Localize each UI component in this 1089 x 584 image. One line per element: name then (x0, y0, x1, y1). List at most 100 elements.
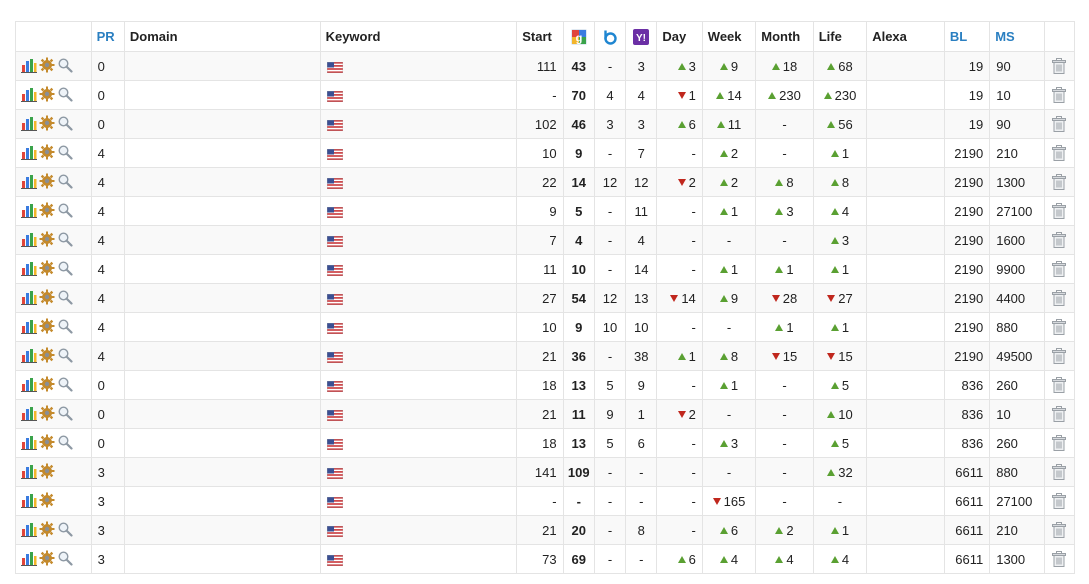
domain-cell[interactable] (123, 486, 321, 516)
delete-cell[interactable] (1043, 399, 1076, 429)
chart-icon[interactable] (21, 202, 37, 218)
search-icon[interactable] (57, 405, 73, 421)
chart-icon[interactable] (21, 289, 37, 305)
chart-icon[interactable] (21, 115, 37, 131)
chart-icon[interactable] (21, 260, 37, 276)
delete-cell[interactable] (1043, 225, 1076, 255)
trash-icon[interactable] (1052, 522, 1067, 539)
header-week[interactable]: Week (701, 21, 757, 52)
header-month[interactable]: Month (755, 21, 814, 52)
delete-cell[interactable] (1043, 428, 1076, 458)
trash-icon[interactable] (1052, 116, 1067, 133)
gear-icon[interactable] (39, 434, 55, 450)
keyword-cell[interactable] (319, 341, 518, 371)
domain-cell[interactable] (123, 283, 321, 313)
domain-cell[interactable] (123, 544, 321, 574)
search-icon[interactable] (57, 550, 73, 566)
search-icon[interactable] (57, 57, 73, 73)
delete-cell[interactable] (1043, 312, 1076, 342)
gear-icon[interactable] (39, 202, 55, 218)
chart-icon[interactable] (21, 231, 37, 247)
trash-icon[interactable] (1052, 377, 1067, 394)
chart-icon[interactable] (21, 144, 37, 160)
keyword-cell[interactable] (319, 138, 518, 168)
chart-icon[interactable] (21, 57, 37, 73)
keyword-cell[interactable] (319, 312, 518, 342)
header-bl[interactable]: BL (943, 21, 991, 52)
domain-cell[interactable] (123, 254, 321, 284)
gear-icon[interactable] (39, 492, 55, 508)
chart-icon[interactable] (21, 376, 37, 392)
gear-icon[interactable] (39, 115, 55, 131)
trash-icon[interactable] (1052, 145, 1067, 162)
keyword-cell[interactable] (319, 254, 518, 284)
search-icon[interactable] (57, 202, 73, 218)
header-pr[interactable]: PR (90, 21, 125, 52)
gear-icon[interactable] (39, 260, 55, 276)
keyword-cell[interactable] (319, 51, 518, 81)
domain-cell[interactable] (123, 80, 321, 110)
keyword-cell[interactable] (319, 196, 518, 226)
delete-cell[interactable] (1043, 109, 1076, 139)
domain-cell[interactable] (123, 515, 321, 545)
delete-cell[interactable] (1043, 167, 1076, 197)
keyword-cell[interactable] (319, 399, 518, 429)
chart-icon[interactable] (21, 318, 37, 334)
gear-icon[interactable] (39, 173, 55, 189)
chart-icon[interactable] (21, 347, 37, 363)
keyword-cell[interactable] (319, 109, 518, 139)
search-icon[interactable] (57, 289, 73, 305)
delete-cell[interactable] (1043, 370, 1076, 400)
keyword-cell[interactable] (319, 544, 518, 574)
delete-cell[interactable] (1043, 138, 1076, 168)
trash-icon[interactable] (1052, 348, 1067, 365)
trash-icon[interactable] (1052, 58, 1067, 75)
domain-cell[interactable] (123, 341, 321, 371)
keyword-cell[interactable] (319, 167, 518, 197)
gear-icon[interactable] (39, 463, 55, 479)
domain-cell[interactable] (123, 167, 321, 197)
search-icon[interactable] (57, 347, 73, 363)
search-icon[interactable] (57, 173, 73, 189)
domain-cell[interactable] (123, 457, 321, 487)
gear-icon[interactable] (39, 405, 55, 421)
chart-icon[interactable] (21, 550, 37, 566)
chart-icon[interactable] (21, 521, 37, 537)
gear-icon[interactable] (39, 318, 55, 334)
trash-icon[interactable] (1052, 493, 1067, 510)
gear-icon[interactable] (39, 550, 55, 566)
trash-icon[interactable] (1052, 319, 1067, 336)
delete-cell[interactable] (1043, 196, 1076, 226)
header-start[interactable]: Start (516, 21, 564, 52)
delete-cell[interactable] (1043, 80, 1076, 110)
search-icon[interactable] (57, 434, 73, 450)
domain-cell[interactable] (123, 109, 321, 139)
delete-cell[interactable] (1043, 341, 1076, 371)
header-google[interactable]: g (562, 21, 595, 52)
delete-cell[interactable] (1043, 51, 1076, 81)
gear-icon[interactable] (39, 231, 55, 247)
trash-icon[interactable] (1052, 203, 1067, 220)
domain-cell[interactable] (123, 225, 321, 255)
trash-icon[interactable] (1052, 551, 1067, 568)
domain-cell[interactable] (123, 370, 321, 400)
gear-icon[interactable] (39, 144, 55, 160)
domain-cell[interactable] (123, 312, 321, 342)
keyword-cell[interactable] (319, 80, 518, 110)
delete-cell[interactable] (1043, 544, 1076, 574)
chart-icon[interactable] (21, 492, 37, 508)
trash-icon[interactable] (1052, 261, 1067, 278)
keyword-cell[interactable] (319, 515, 518, 545)
search-icon[interactable] (57, 115, 73, 131)
trash-icon[interactable] (1052, 87, 1067, 104)
gear-icon[interactable] (39, 289, 55, 305)
gear-icon[interactable] (39, 521, 55, 537)
keyword-cell[interactable] (319, 457, 518, 487)
search-icon[interactable] (57, 318, 73, 334)
keyword-cell[interactable] (319, 283, 518, 313)
header-life[interactable]: Life (812, 21, 868, 52)
header-day[interactable]: Day (656, 21, 703, 52)
search-icon[interactable] (57, 260, 73, 276)
chart-icon[interactable] (21, 405, 37, 421)
chart-icon[interactable] (21, 86, 37, 102)
